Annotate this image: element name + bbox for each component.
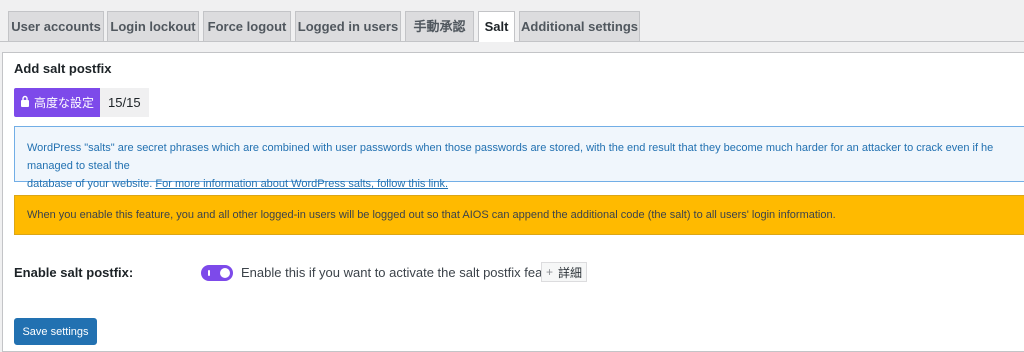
salt-info-link[interactable]: For more information about WordPress sal… bbox=[155, 178, 448, 190]
tab-logged-in-users[interactable]: Logged in users bbox=[295, 11, 401, 41]
warning-text: When you enable this feature, you and al… bbox=[27, 209, 836, 221]
toggle-knob bbox=[220, 268, 230, 278]
save-settings-button[interactable]: Save settings bbox=[14, 318, 97, 345]
salt-settings-panel: Add salt postfix 高度な設定 15/15 WordPress "… bbox=[2, 52, 1024, 352]
lock-icon bbox=[20, 95, 30, 110]
tab-force-logout[interactable]: Force logout bbox=[203, 11, 291, 41]
tab-user-accounts[interactable]: User accounts bbox=[8, 11, 104, 41]
more-info-label: 詳細 bbox=[558, 265, 583, 280]
tab-manual-approval[interactable]: 手動承認 bbox=[405, 11, 474, 41]
settings-tabs: User accounts Login lockout Force logout… bbox=[0, 0, 1024, 42]
premium-badge[interactable]: 高度な設定 bbox=[14, 88, 101, 117]
more-info-button[interactable]: + 詳細 bbox=[541, 262, 588, 282]
panel-title: Add salt postfix bbox=[14, 61, 112, 76]
salt-info-notice: WordPress "salts" are secret phrases whi… bbox=[14, 126, 1024, 190]
info-text-2: database of your website. bbox=[27, 178, 153, 190]
salt-postfix-description: Enable this if you want to activate the … bbox=[241, 265, 569, 280]
toggle-on-indicator bbox=[208, 270, 210, 276]
tab-additional-settings[interactable]: Additional settings bbox=[519, 11, 640, 41]
info-text: WordPress "salts" are secret phrases whi… bbox=[27, 142, 994, 172]
premium-count: 15/15 bbox=[100, 88, 149, 117]
logout-warning-notice: When you enable this feature, you and al… bbox=[14, 195, 1024, 235]
premium-badge-label: 高度な設定 bbox=[34, 96, 95, 110]
salt-postfix-toggle[interactable] bbox=[201, 265, 233, 281]
tab-salt[interactable]: Salt bbox=[478, 11, 515, 42]
premium-feature-indicator: 高度な設定 15/15 bbox=[14, 88, 149, 117]
plus-icon: + bbox=[546, 265, 554, 279]
salt-postfix-label: Enable salt postfix: bbox=[14, 265, 134, 280]
tab-login-lockout[interactable]: Login lockout bbox=[107, 11, 199, 41]
